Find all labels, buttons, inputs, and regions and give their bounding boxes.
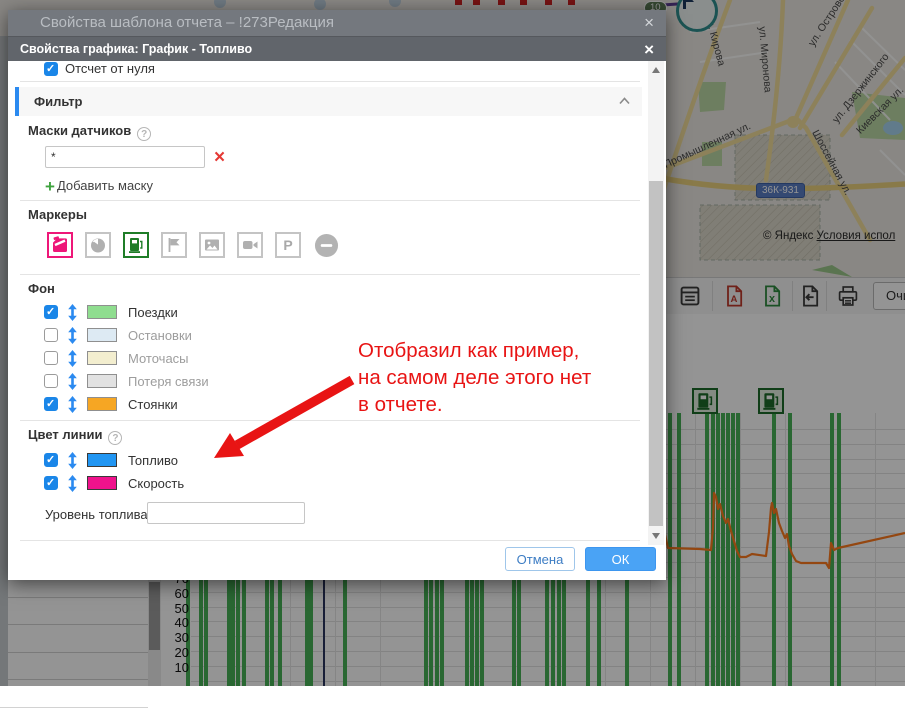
color-swatch[interactable] (87, 351, 117, 365)
reorder-arrows-icon[interactable] (67, 304, 78, 321)
background-rows: Поездки Остановки Моточасы Потеря связи Стоя… (44, 302, 209, 417)
reorder-arrows-icon[interactable] (67, 396, 78, 413)
row-label: Потеря связи (128, 374, 209, 389)
row-checkbox[interactable] (44, 476, 58, 490)
zero-from-checkbox[interactable] (44, 62, 58, 76)
event-flag-marker-option[interactable] (161, 232, 187, 258)
reorder-arrows-icon[interactable] (67, 350, 78, 367)
color-swatch[interactable] (87, 374, 117, 388)
color-row: Стоянки (44, 394, 209, 414)
help-icon[interactable]: ? (108, 431, 122, 445)
row-checkbox[interactable] (44, 397, 58, 411)
row-checkbox[interactable] (44, 453, 58, 467)
help-icon[interactable]: ? (137, 127, 151, 141)
color-row: Топливо (44, 450, 184, 470)
marker-options: P (47, 232, 339, 258)
color-swatch[interactable] (87, 328, 117, 342)
color-swatch[interactable] (87, 476, 117, 490)
parking-marker-option[interactable]: P (275, 232, 301, 258)
fuel-theft-marker-option[interactable] (47, 232, 73, 258)
zero-from-row: Отсчет от нуля (44, 61, 155, 76)
line-color-rows: Топливо Скорость (44, 450, 184, 496)
inner-dialog-title: Свойства графика: График - Топливо (20, 42, 252, 56)
fuel-level-input[interactable] (147, 502, 305, 524)
color-row: Моточасы (44, 348, 209, 368)
cancel-button[interactable]: Отмена (505, 547, 575, 571)
row-label: Стоянки (128, 397, 178, 412)
color-row: Поездки (44, 302, 209, 322)
filter-section-title: Фильтр (34, 94, 83, 109)
row-label: Остановки (128, 328, 192, 343)
color-row: Скорость (44, 473, 184, 493)
filter-section-header[interactable]: Фильтр (15, 87, 642, 116)
fuel-level-label: Уровень топлива (45, 507, 148, 522)
delete-mask-icon[interactable]: × (214, 149, 225, 167)
dialog-body: Отсчет от нуля Фильтр Маски датчиков? × … (8, 61, 666, 580)
row-checkbox[interactable] (44, 351, 58, 365)
sensor-mask-input[interactable] (45, 146, 205, 168)
inner-close-icon[interactable]: × (644, 37, 654, 62)
photo-marker-option[interactable] (199, 232, 225, 258)
plus-icon: + (45, 177, 55, 196)
scroll-up-arrow[interactable] (652, 67, 660, 73)
row-checkbox[interactable] (44, 305, 58, 319)
row-label: Поездки (128, 305, 178, 320)
zero-from-label: Отсчет от нуля (65, 61, 155, 76)
fuel-filling-marker-option[interactable] (123, 232, 149, 258)
outer-dialog-title: Свойства шаблона отчета – !273Редакция (40, 14, 334, 31)
reorder-arrows-icon[interactable] (67, 373, 78, 390)
inner-dialog-titlebar: Свойства графика: График - Топливо × (8, 36, 666, 61)
line-color-label: Цвет линии? (28, 427, 122, 445)
reorder-arrows-icon[interactable] (67, 327, 78, 344)
outer-close-icon[interactable]: × (644, 10, 654, 36)
video-marker-option[interactable] (237, 232, 263, 258)
scroll-down-arrow[interactable] (652, 533, 660, 539)
row-checkbox[interactable] (44, 328, 58, 342)
background-fill-label: Фон (28, 281, 55, 296)
reorder-arrows-icon[interactable] (67, 475, 78, 492)
chart-properties-dialog: Свойства шаблона отчета – !273Редакция ×… (8, 10, 666, 580)
color-swatch[interactable] (87, 453, 117, 467)
color-swatch[interactable] (87, 305, 117, 319)
svg-text:P: P (283, 237, 292, 253)
speeding-marker-option[interactable] (85, 232, 111, 258)
reorder-arrows-icon[interactable] (67, 452, 78, 469)
collapse-chevron-icon[interactable] (619, 97, 630, 105)
no-marker-marker-option[interactable] (313, 232, 339, 258)
outer-dialog-titlebar: Свойства шаблона отчета – !273Редакция × (8, 10, 666, 36)
color-swatch[interactable] (87, 397, 117, 411)
add-mask-link[interactable]: +Добавить маску (45, 177, 153, 197)
ok-button[interactable]: ОК (585, 547, 656, 571)
sensor-masks-label: Маски датчиков? (28, 123, 151, 141)
color-row: Остановки (44, 325, 209, 345)
dialog-scrollbar[interactable] (648, 61, 664, 545)
color-row: Потеря связи (44, 371, 209, 391)
row-label: Топливо (128, 453, 178, 468)
row-label: Моточасы (128, 351, 189, 366)
row-label: Скорость (128, 476, 184, 491)
screen: { "dialog": { "outer_title": "Свойства ш… (0, 0, 905, 686)
markers-label: Маркеры (28, 207, 87, 222)
dialog-scrollbar-thumb[interactable] (649, 181, 663, 526)
row-checkbox[interactable] (44, 374, 58, 388)
